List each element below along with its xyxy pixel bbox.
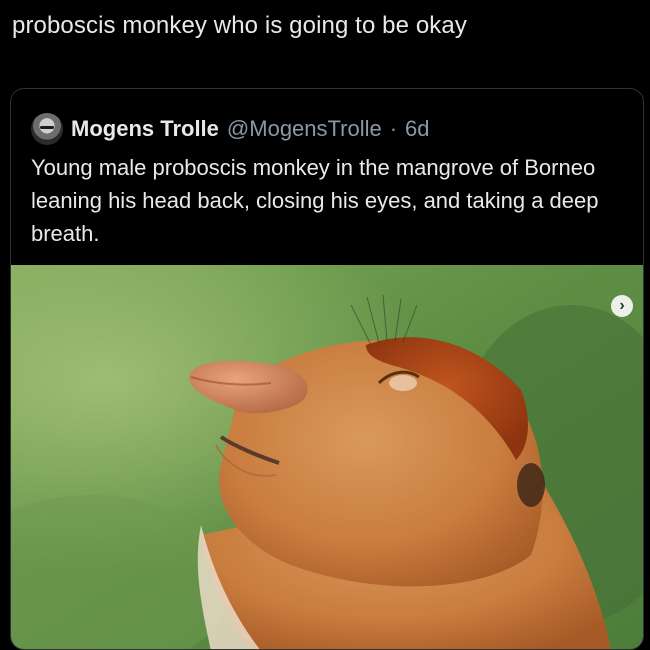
tweet-age[interactable]: 6d: [405, 116, 429, 142]
tweet-text: Young male proboscis monkey in the mangr…: [31, 155, 599, 246]
proboscis-monkey-photo: [11, 265, 643, 649]
avatar[interactable]: [31, 113, 63, 145]
user-handle[interactable]: @MogensTrolle: [227, 116, 382, 142]
post-caption: proboscis monkey who is going to be okay: [12, 12, 467, 39]
tweet-header: Mogens Trolle @MogensTrolle · 6d: [31, 113, 430, 145]
separator-dot: ·: [389, 116, 398, 141]
display-name[interactable]: Mogens Trolle: [71, 116, 219, 142]
chevron-right-icon[interactable]: ›: [611, 295, 633, 317]
quoted-tweet-card[interactable]: Mogens Trolle @MogensTrolle · 6d Young m…: [10, 88, 644, 650]
tweet-photo[interactable]: ›: [11, 265, 643, 649]
